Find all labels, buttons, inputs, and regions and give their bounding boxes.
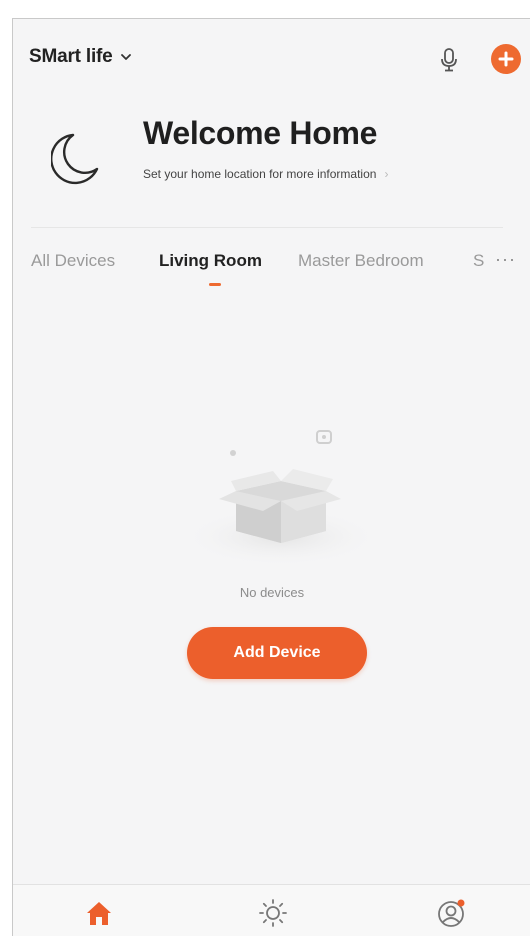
add-device-button[interactable]: Add Device xyxy=(187,627,367,679)
moon-icon xyxy=(51,133,99,185)
microphone-icon[interactable] xyxy=(437,47,461,73)
app-screen: SMart life Welcome Home Set your home lo… xyxy=(12,18,530,936)
chevron-right-icon: › xyxy=(384,167,389,181)
tab-all-devices[interactable]: All Devices xyxy=(31,251,115,271)
tab-living-room[interactable]: Living Room xyxy=(159,251,262,271)
home-selector[interactable]: SMart life xyxy=(29,46,133,68)
home-icon[interactable] xyxy=(83,897,115,929)
divider xyxy=(31,227,503,228)
active-tab-indicator xyxy=(209,283,221,286)
more-tabs-icon[interactable]: ··· xyxy=(495,249,516,270)
set-location-link[interactable]: Set your home location for more informat… xyxy=(143,167,388,181)
welcome-title: Welcome Home xyxy=(143,115,378,151)
empty-box-icon xyxy=(181,430,381,567)
tab-partial[interactable]: S xyxy=(473,251,484,271)
top-bar: SMart life xyxy=(13,19,530,99)
add-button[interactable] xyxy=(491,44,521,74)
home-name: SMart life xyxy=(29,46,113,67)
sun-icon[interactable] xyxy=(257,897,289,929)
plus-icon xyxy=(498,51,514,67)
bottom-nav xyxy=(13,884,530,936)
room-tabs: All Devices Living Room Master Bedroom S… xyxy=(13,245,530,295)
tab-master-bedroom[interactable]: Master Bedroom xyxy=(298,251,424,271)
chevron-down-icon xyxy=(120,54,131,60)
profile-icon[interactable] xyxy=(435,897,467,929)
welcome-subtitle: Set your home location for more informat… xyxy=(143,167,377,181)
empty-message: No devices xyxy=(239,585,305,600)
